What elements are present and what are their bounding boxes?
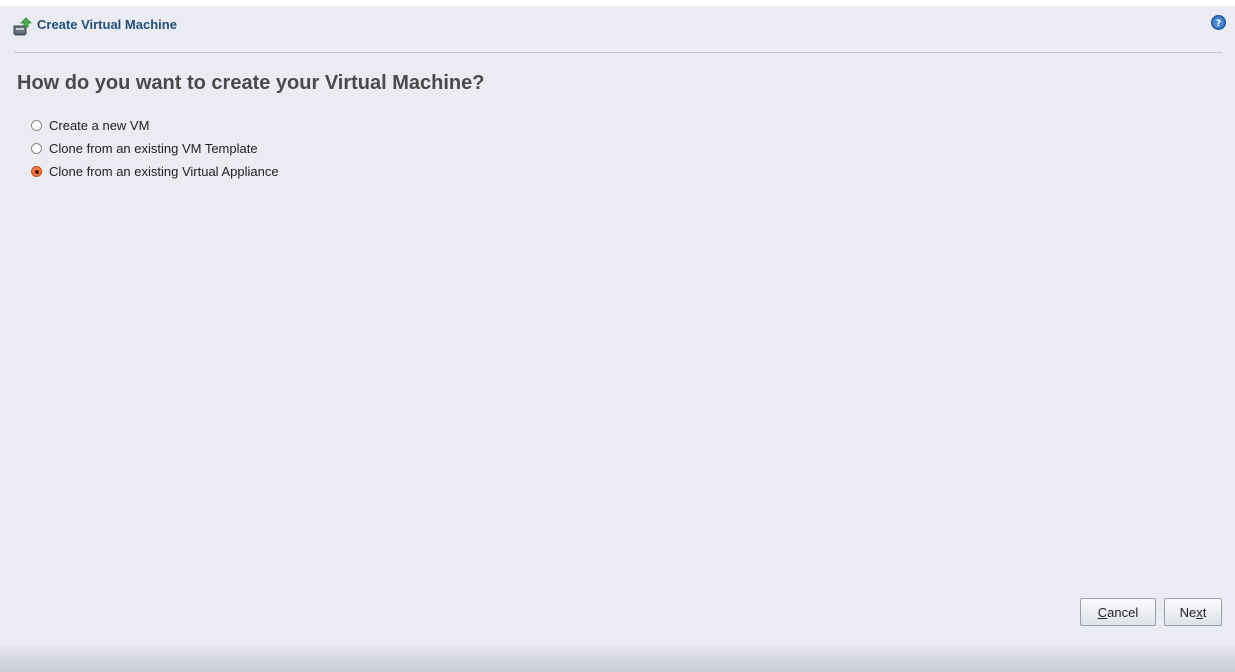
radio-clone-vm-template[interactable] [31,143,42,154]
create-vm-dialog: Create Virtual Machine ? How do you want… [0,0,1235,672]
creation-method-radio-group: Create a new VM Clone from an existing V… [31,117,279,186]
help-icon[interactable]: ? [1211,15,1226,30]
option-clone-vm-template[interactable]: Clone from an existing VM Template [31,140,279,157]
radio-clone-virtual-appliance[interactable] [31,166,42,177]
dialog-header: Create Virtual Machine ? [0,6,1235,46]
page-heading: How do you want to create your Virtual M… [17,72,485,94]
header-divider [14,52,1222,53]
next-label-rest: t [1202,604,1207,620]
svg-text:?: ? [1216,19,1221,29]
option-label: Clone from an existing Virtual Appliance [49,163,279,179]
radio-create-new-vm[interactable] [31,120,42,131]
cancel-label-rest: ancel [1107,604,1139,620]
next-label-prefix: Ne [1179,604,1197,620]
cancel-mnemonic: C [1097,604,1108,620]
option-clone-virtual-appliance[interactable]: Clone from an existing Virtual Appliance [31,163,279,180]
cancel-button[interactable]: Cancel [1080,598,1156,626]
option-label: Clone from an existing VM Template [49,140,258,156]
next-button[interactable]: Ne x t [1164,598,1222,626]
option-create-new-vm[interactable]: Create a new VM [31,117,279,134]
bottom-bar [0,646,1235,672]
create-vm-icon [12,16,32,36]
option-label: Create a new VM [49,117,150,133]
dialog-title: Create Virtual Machine [37,17,177,32]
